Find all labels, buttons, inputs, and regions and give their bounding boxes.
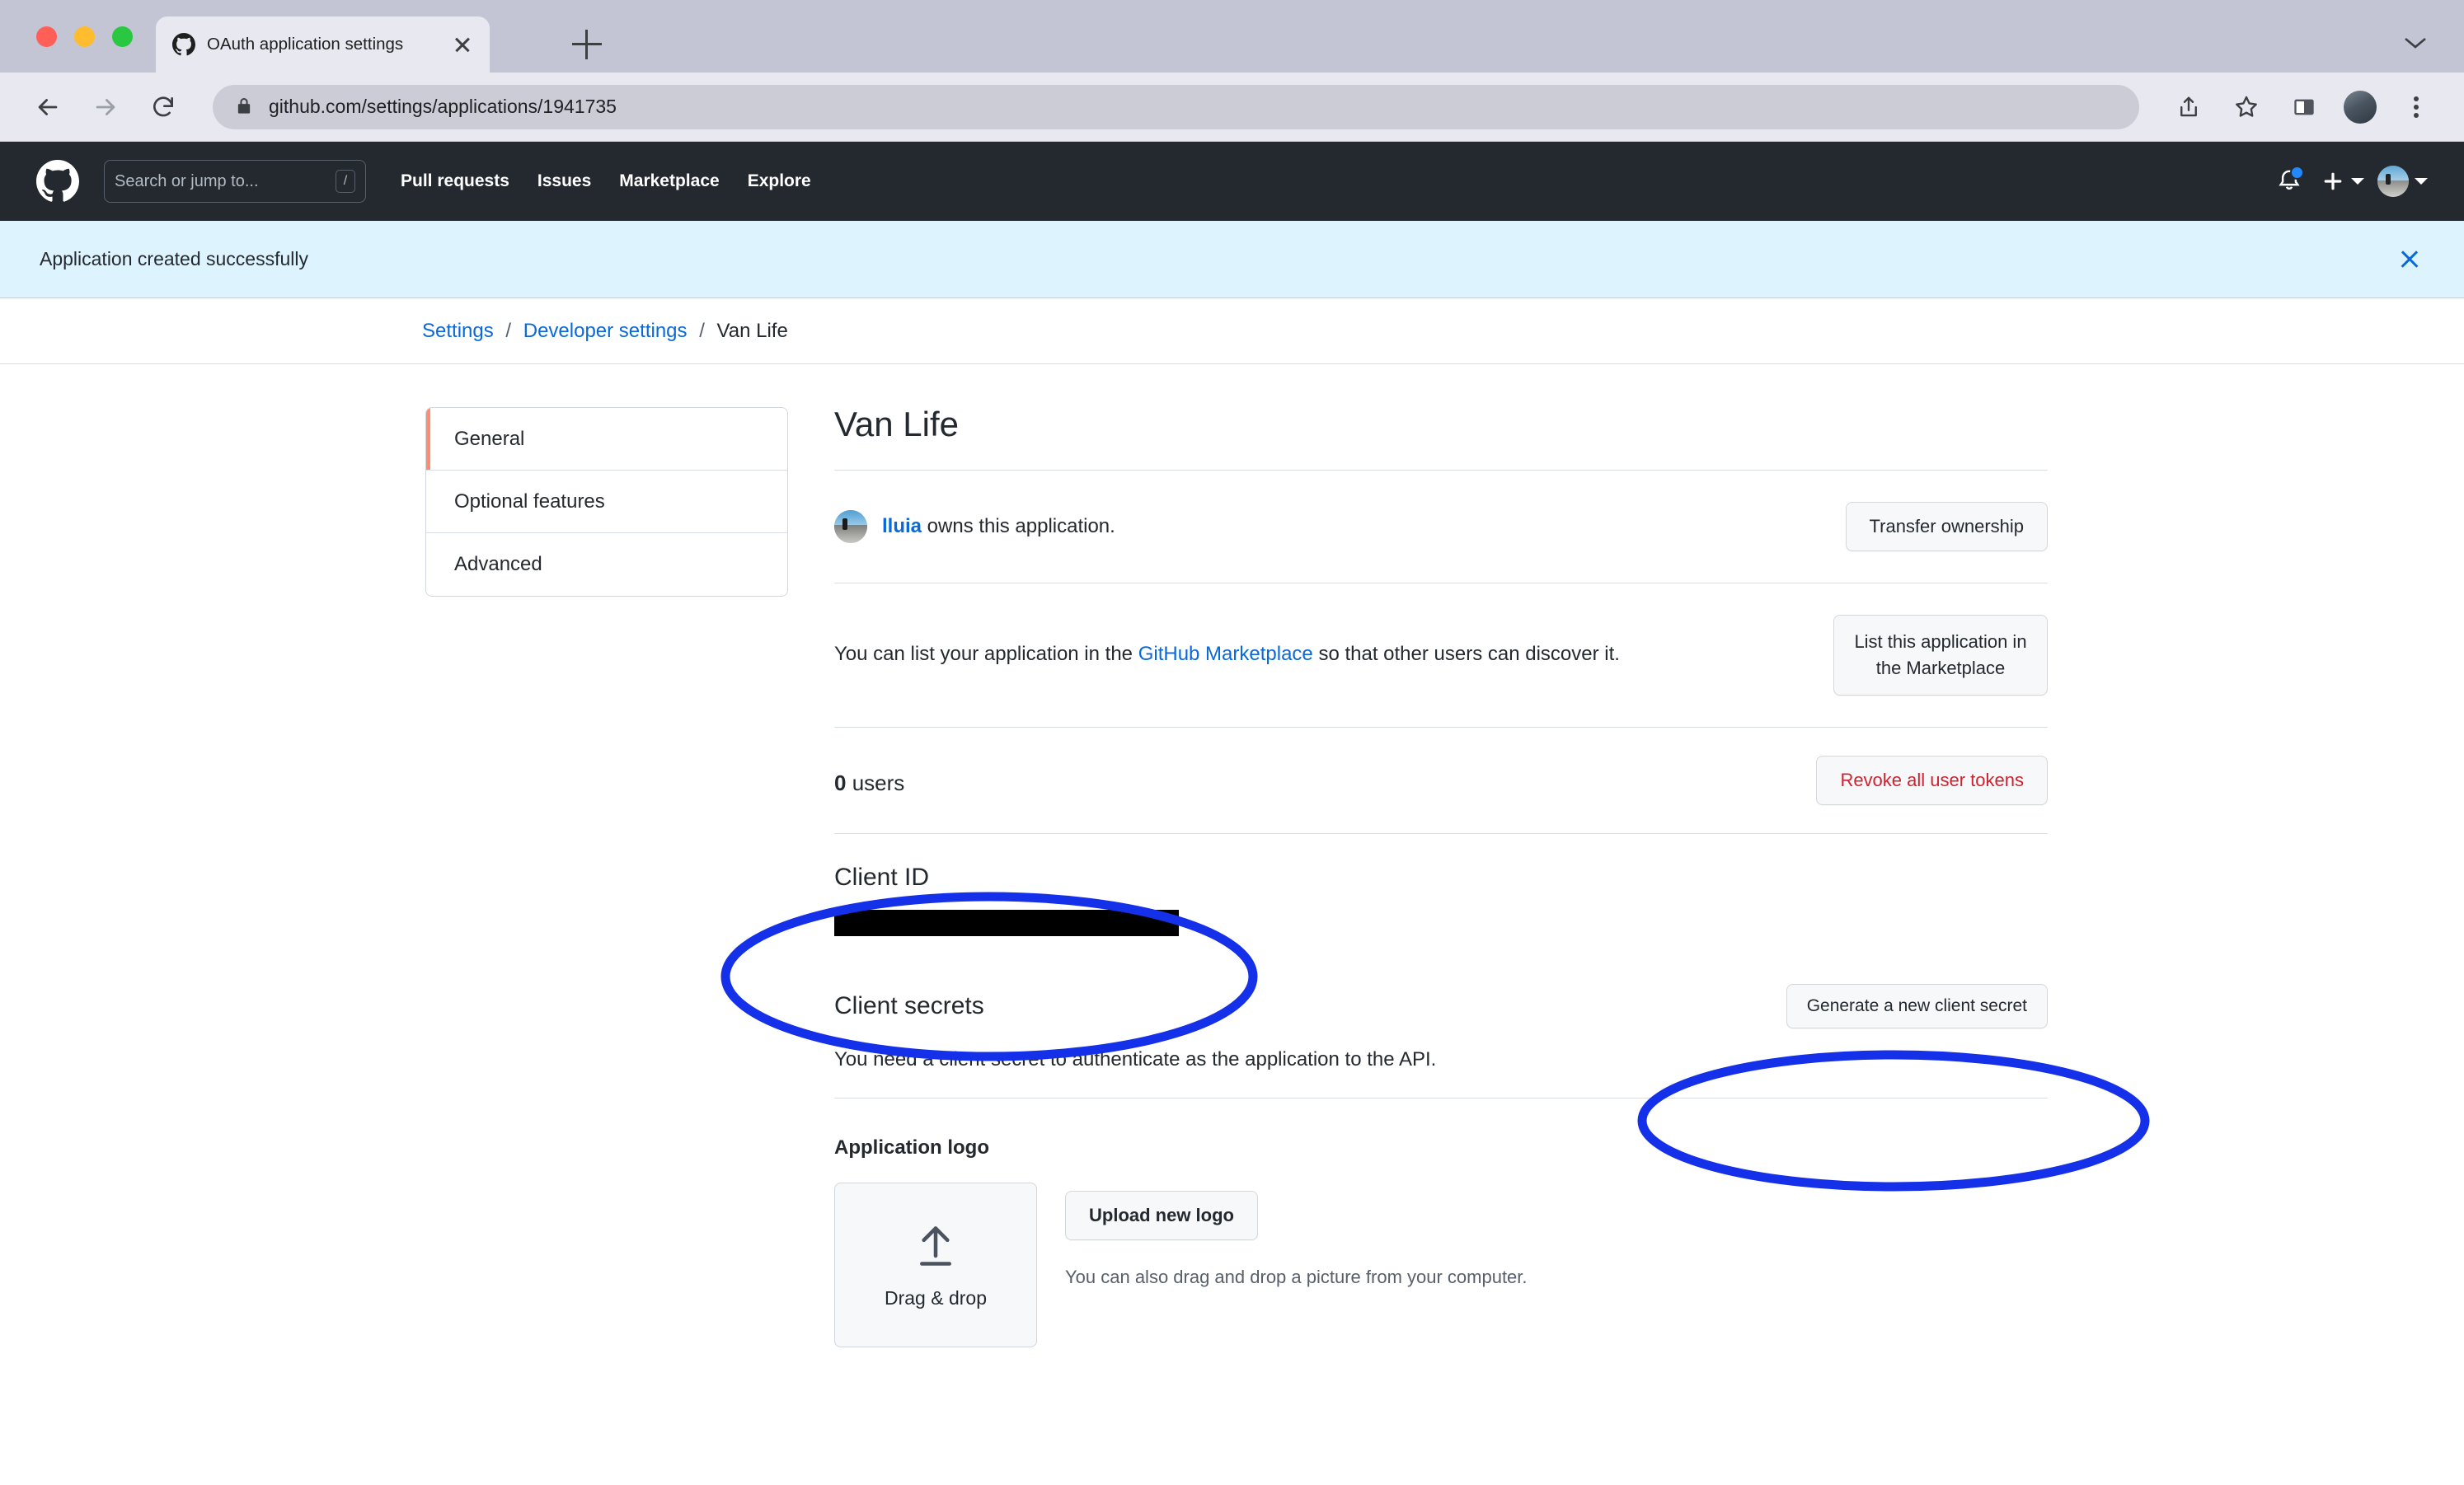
header-actions (2271, 163, 2428, 199)
notification-dot (2290, 166, 2304, 180)
logo-upload-hint: You can also drag and drop a picture fro… (1065, 1266, 1528, 1287)
chevron-down-icon (2351, 178, 2364, 185)
users-count-label: users (846, 771, 905, 796)
owner-username-link[interactable]: lluia (882, 515, 922, 537)
window-traffic-lights (36, 26, 133, 47)
marketplace-text-before: You can list your application in the (834, 643, 1138, 666)
three-dot-menu-icon[interactable] (2398, 89, 2434, 125)
main-content: Van Life lluia owns this application. Tr… (834, 407, 2048, 1347)
nav-explore[interactable]: Explore (748, 171, 811, 191)
address-bar-url: github.com/settings/applications/1941735 (269, 96, 617, 117)
client-id-value-redacted (834, 909, 1179, 936)
logo-dropzone[interactable]: Drag & drop (834, 1182, 1037, 1347)
search-input[interactable]: Search or jump to... / (104, 160, 366, 203)
application-logo-section: Application logo Drag & drop Upload new … (834, 1099, 2048, 1347)
settings-sidebar: General Optional features Advanced (425, 407, 788, 597)
logo-upload-area: Drag & drop Upload new logo You can also… (834, 1159, 2048, 1347)
breadcrumb-bar: Settings / Developer settings / Van Life (0, 298, 2464, 364)
nav-pull-requests[interactable]: Pull requests (401, 171, 509, 191)
owner-avatar (834, 510, 867, 543)
sidebar-item-general[interactable]: General (426, 408, 787, 471)
users-count-number: 0 (834, 771, 847, 796)
window-close-button[interactable] (36, 26, 57, 47)
page-title: Van Life (834, 405, 959, 443)
client-secrets-row: Client secrets Generate a new client sec… (834, 961, 2048, 1028)
address-bar[interactable]: github.com/settings/applications/1941735 (213, 84, 2139, 129)
list-in-marketplace-button[interactable]: List this application in the Marketplace (1833, 615, 2048, 696)
github-header: Search or jump to... / Pull requests Iss… (0, 142, 2464, 221)
breadcrumb-settings[interactable]: Settings (422, 320, 494, 342)
logo-upload-side: Upload new logo You can also drag and dr… (1037, 1183, 1528, 1347)
page-body: General Optional features Advanced Van L… (0, 364, 2464, 1347)
browser-window: OAuth application settings github.com/se… (0, 0, 2464, 1485)
window-minimize-button[interactable] (74, 26, 95, 47)
lock-icon (236, 96, 254, 118)
bell-icon[interactable] (2271, 163, 2307, 199)
transfer-ownership-button[interactable]: Transfer ownership (1845, 502, 2048, 551)
window-maximize-button[interactable] (112, 26, 133, 47)
owner-row: lluia owns this application. Transfer ow… (834, 471, 2048, 583)
profile-avatar[interactable] (2344, 90, 2377, 124)
sidebar-item-label: Advanced (454, 553, 542, 575)
github-marketplace-link[interactable]: GitHub Marketplace (1138, 643, 1313, 665)
tab-title: OAuth application settings (207, 35, 404, 54)
github-icon (172, 33, 195, 56)
star-icon[interactable] (2228, 89, 2265, 125)
nav-marketplace[interactable]: Marketplace (619, 171, 719, 191)
chevron-down-icon[interactable] (2403, 35, 2428, 54)
chevron-down-icon (2415, 178, 2428, 185)
browser-toolbar: github.com/settings/applications/1941735 (0, 73, 2464, 142)
nav-issues[interactable]: Issues (537, 171, 591, 191)
flash-dismiss-icon[interactable] (2395, 245, 2424, 274)
side-panel-icon[interactable] (2286, 89, 2322, 125)
flash-banner: Application created successfully (0, 221, 2464, 298)
search-shortcut-badge: / (336, 170, 355, 193)
sidebar-item-label: General (454, 427, 525, 450)
client-id-section: Client ID (834, 834, 2048, 961)
users-row: 0 users Revoke all user tokens (834, 728, 2048, 833)
github-mark-icon[interactable] (36, 160, 79, 203)
browser-tab[interactable]: OAuth application settings (156, 16, 490, 73)
sidebar-item-label: Optional features (454, 490, 605, 513)
user-avatar (2377, 166, 2409, 197)
search-placeholder: Search or jump to... (115, 171, 259, 190)
upload-new-logo-button[interactable]: Upload new logo (1065, 1190, 1258, 1240)
sidebar-item-advanced[interactable]: Advanced (426, 533, 787, 596)
client-id-heading: Client ID (834, 863, 930, 891)
application-logo-heading: Application logo (834, 1136, 989, 1159)
global-nav: Pull requests Issues Marketplace Explore (401, 171, 811, 191)
users-count: 0 users (834, 764, 1800, 796)
sidebar-item-optional-features[interactable]: Optional features (426, 471, 787, 533)
generate-new-client-secret-button[interactable]: Generate a new client secret (1786, 983, 2048, 1028)
breadcrumb-separator: / (699, 319, 705, 342)
create-new-menu[interactable] (2321, 169, 2364, 194)
marketplace-row: You can list your application in the Git… (834, 583, 2048, 727)
owner-line: lluia owns this application. (834, 510, 1829, 543)
marketplace-description: You can list your application in the Git… (834, 639, 1650, 671)
forward-arrow-icon[interactable] (87, 89, 124, 125)
owner-suffix-text: owns this application. (922, 515, 1115, 537)
account-menu[interactable] (2377, 166, 2428, 197)
breadcrumb: Settings / Developer settings / Van Life (422, 320, 788, 343)
logo-dropzone-label: Drag & drop (884, 1286, 987, 1309)
client-secrets-heading: Client secrets (834, 991, 984, 1019)
tab-close-icon[interactable] (452, 34, 473, 55)
revoke-all-user-tokens-button[interactable]: Revoke all user tokens (1816, 755, 2048, 805)
flash-message: Application created successfully (40, 248, 308, 269)
back-arrow-icon[interactable] (30, 89, 66, 125)
marketplace-text-after: so that other users can discover it. (1312, 643, 1620, 666)
upload-arrow-icon (912, 1220, 960, 1276)
breadcrumb-developer-settings[interactable]: Developer settings (523, 320, 688, 342)
browser-tab-strip: OAuth application settings (0, 0, 2464, 73)
breadcrumb-current: Van Life (716, 319, 788, 342)
reload-icon[interactable] (145, 89, 181, 125)
client-secrets-description: You need a client secret to authenticate… (834, 1047, 1437, 1070)
breadcrumb-separator: / (505, 319, 512, 342)
new-tab-icon[interactable] (572, 30, 602, 59)
share-icon[interactable] (2171, 89, 2207, 125)
